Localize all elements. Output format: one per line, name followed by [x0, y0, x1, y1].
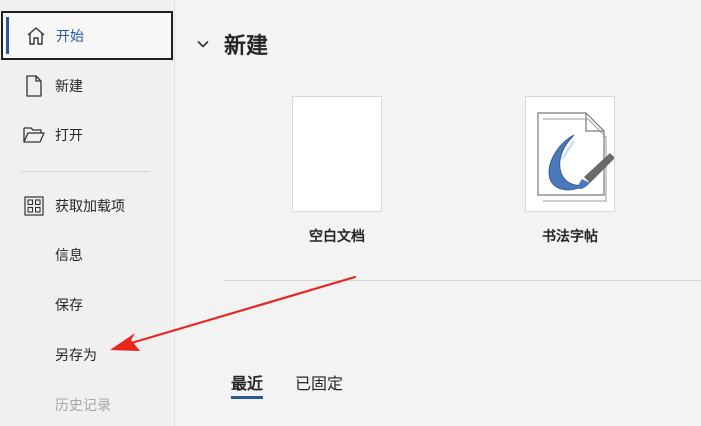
template-label: 书法字帖 [542, 229, 598, 245]
calligraphy-brush-icon [537, 112, 614, 202]
new-document-icon [22, 75, 46, 97]
sidebar-item-save-as[interactable]: 另存为 [0, 330, 175, 380]
tab-pinned[interactable]: 已固定 [295, 370, 343, 394]
add-ins-grid-icon [22, 195, 46, 217]
document-tabs: 最近 已固定 [231, 370, 375, 399]
template-thumbnail [525, 96, 615, 212]
open-folder-icon [22, 124, 46, 146]
sidebar-item-label: 开始 [56, 28, 84, 45]
sidebar-item-label: 保存 [55, 298, 83, 314]
template-label: 空白文档 [309, 229, 365, 245]
home-icon [24, 25, 48, 47]
template-blank-document[interactable]: 空白文档 [292, 96, 382, 245]
sidebar-item-history: 历史记录 [0, 380, 175, 426]
active-indicator [6, 17, 9, 54]
sidebar-item-info[interactable]: 信息 [0, 230, 175, 280]
sidebar-item-label: 另存为 [55, 348, 97, 364]
sidebar-item-label: 新建 [55, 79, 83, 95]
new-section-header[interactable]: 新建 [196, 28, 268, 60]
sidebar-item-new[interactable]: 新建 [0, 61, 175, 111]
sidebar-item-open[interactable]: 打开 [0, 110, 175, 160]
sidebar-item-home[interactable]: 开始 [1, 11, 173, 60]
sidebar-item-save[interactable]: 保存 [0, 280, 175, 330]
tab-recent[interactable]: 最近 [231, 370, 264, 399]
template-calligraphy[interactable]: 书法字帖 [525, 96, 615, 245]
section-divider [225, 280, 701, 281]
sidebar-divider [20, 171, 150, 172]
template-thumbnail [292, 96, 382, 212]
sidebar-item-get-add-ins[interactable]: 获取加载项 [0, 181, 175, 231]
sidebar-item-label: 打开 [55, 128, 83, 144]
sidebar-item-label: 历史记录 [55, 398, 111, 414]
sidebar-item-label: 获取加载项 [55, 199, 125, 215]
backstage-sidebar: 开始 新建 打开 获取加载项 信息 保存 另存为 历史记录 [0, 0, 175, 426]
main-content: 新建 空白文档 书法字帖 最近 已固定 [176, 0, 701, 426]
chevron-down-icon[interactable] [196, 37, 210, 51]
section-title: 新建 [224, 34, 269, 59]
sidebar-item-label: 信息 [55, 248, 83, 264]
